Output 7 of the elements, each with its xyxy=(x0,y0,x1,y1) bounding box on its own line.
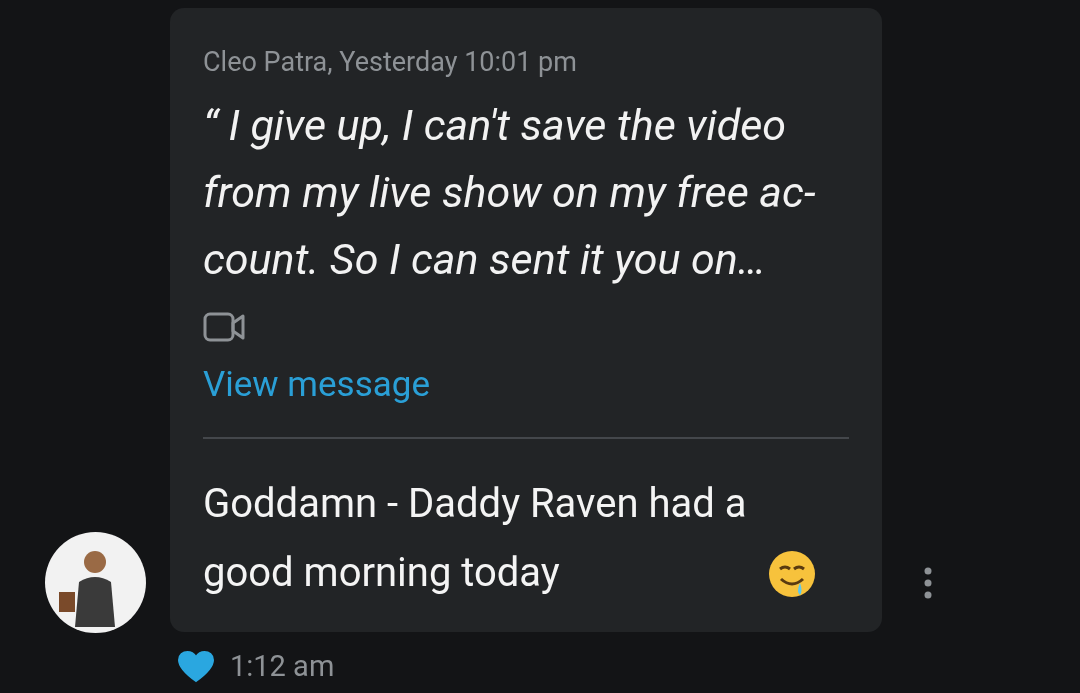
view-message-link[interactable]: View message xyxy=(203,363,430,407)
heart-icon[interactable] xyxy=(178,650,214,683)
message-text: Goddamn - Daddy Raven had a good morning today xyxy=(203,479,748,598)
message-time: 1:12 am xyxy=(230,648,335,685)
drooling-face-icon xyxy=(767,549,817,599)
quote-meta: Cleo Patra, Yesterday 10:01 pm xyxy=(203,45,578,80)
quoted-message: “ I give up, I can't save the video from my live show on my free ac-count. So I can sent it you on… xyxy=(203,99,817,286)
